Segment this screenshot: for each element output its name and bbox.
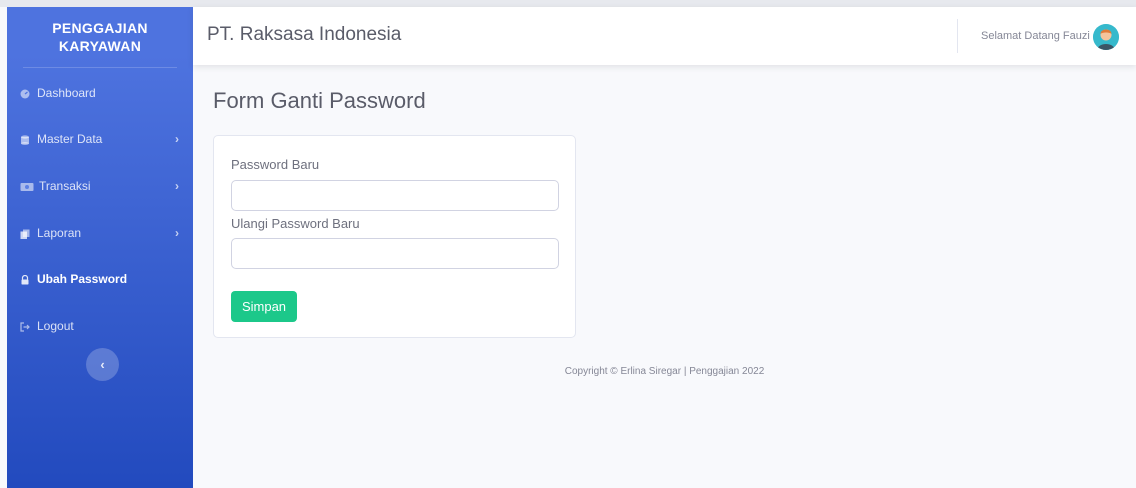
sidebar-item-label: Transaksi: [39, 179, 91, 193]
new-password-label: Password Baru: [231, 157, 320, 172]
chevron-right-icon: ›: [175, 132, 179, 146]
sidebar-toggle-button[interactable]: ‹: [86, 348, 119, 381]
chevron-right-icon: ›: [175, 226, 179, 240]
sidebar-item-label: Master Data: [37, 132, 103, 146]
sidebar-item-dashboard[interactable]: Dashboard: [7, 75, 193, 111]
sidebar-item-label: Laporan: [37, 226, 82, 240]
sidebar-item-transaksi[interactable]: Transaksi ›: [7, 168, 193, 204]
money-bill-icon: [20, 181, 34, 191]
welcome-text[interactable]: Selamat Datang Fauzi: [981, 30, 1090, 42]
window-top-strip: [0, 0, 1136, 7]
page-title: Form Ganti Password: [213, 88, 426, 113]
copy-icon: [20, 228, 30, 239]
sidebar-item-label: Ubah Password: [37, 272, 128, 286]
chevron-right-icon: ›: [175, 179, 179, 193]
sidebar: PENGGAJIAN KARYAWAN Dashboard Master Dat…: [7, 7, 193, 488]
database-icon: [20, 134, 30, 145]
password-form-card: Password Baru Ulangi Password Baru Simpa…: [213, 135, 576, 338]
sidebar-item-label: Dashboard: [37, 86, 96, 100]
brand-line-2: KARYAWAN: [58, 38, 142, 54]
sidebar-item-ubah-password[interactable]: Ubah Password: [7, 261, 193, 297]
chevron-left-icon: ‹: [100, 357, 105, 372]
new-password-input[interactable]: [231, 180, 559, 211]
company-name: PT. Raksasa Indonesia: [207, 24, 402, 45]
sidebar-divider: [23, 67, 177, 68]
sidebar-brand[interactable]: PENGGAJIAN KARYAWAN: [7, 7, 193, 67]
sidebar-item-master-data[interactable]: Master Data ›: [7, 121, 193, 157]
confirm-password-input[interactable]: [231, 238, 559, 269]
avatar[interactable]: [1093, 24, 1119, 50]
confirm-password-label: Ulangi Password Baru: [231, 216, 360, 231]
tachometer-icon: [20, 88, 30, 99]
topbar: PT. Raksasa Indonesia Selamat Datang Fau…: [193, 7, 1136, 65]
topbar-divider: [957, 19, 958, 53]
brand-line-1: PENGGAJIAN: [52, 20, 148, 36]
sign-out-icon: [20, 321, 30, 332]
save-button[interactable]: Simpan: [231, 291, 297, 322]
sidebar-item-laporan[interactable]: Laporan ›: [7, 215, 193, 251]
lock-icon: [20, 274, 30, 285]
sidebar-item-logout[interactable]: Logout: [7, 308, 193, 344]
sidebar-item-label: Logout: [37, 319, 74, 333]
footer-copyright: Copyright © Erlina Siregar | Penggajian …: [564, 366, 765, 377]
